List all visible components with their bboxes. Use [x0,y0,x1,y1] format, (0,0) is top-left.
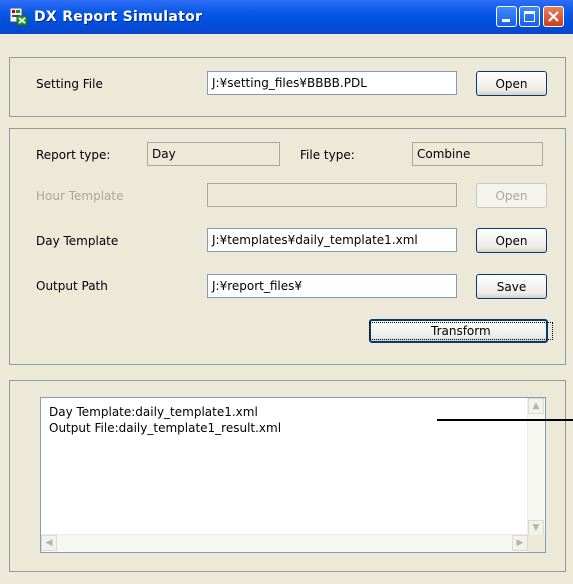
output-path-label: Output Path [36,279,108,293]
hour-open-button: Open [476,183,547,208]
transform-button[interactable]: Transform [369,319,553,343]
title-bar[interactable]: DX Report Simulator [0,0,573,34]
app-window: DX Report Simulator Setting File J:¥sett… [0,0,573,584]
output-path-field[interactable]: J:¥report_files¥ [207,274,457,298]
setting-open-button[interactable]: Open [476,71,547,96]
scroll-up-icon[interactable]: ▲ [528,398,544,414]
window-title: DX Report Simulator [34,9,203,25]
setting-file-field[interactable]: J:¥setting_files¥BBBB.PDL [207,71,457,95]
log-text: Day Template:daily_template1.xml Output … [49,404,281,436]
file-type-field: Combine [412,142,543,166]
hour-template-field [207,183,457,207]
report-type-field: Day [147,142,280,166]
app-icon [9,7,28,26]
report-type-label: Report type: [36,148,111,162]
transform-label: Transform [369,322,553,340]
day-template-label: Day Template [36,234,119,248]
log-line: Output File:daily_template1_result.xml [49,421,282,435]
maximize-icon[interactable] [519,6,540,27]
scroll-right-icon[interactable]: ▶ [512,535,528,551]
scroll-down-icon[interactable]: ▼ [528,520,544,536]
scrollbar-corner [528,535,545,552]
scroll-left-icon[interactable]: ◀ [41,535,57,551]
setting-file-label: Setting File [36,77,103,91]
callout-line [437,419,573,421]
minimize-icon[interactable] [496,6,517,27]
horizontal-scrollbar[interactable]: ◀ ▶ [41,534,528,552]
day-template-field[interactable]: J:¥templates¥daily_template1.xml [207,228,457,252]
day-open-button[interactable]: Open [476,228,547,253]
file-type-label: File type: [300,148,355,162]
log-line: Day Template:daily_template1.xml [49,405,258,419]
save-button[interactable]: Save [476,274,547,299]
close-icon[interactable] [543,6,564,27]
hour-template-label: Hour Template [36,189,124,203]
